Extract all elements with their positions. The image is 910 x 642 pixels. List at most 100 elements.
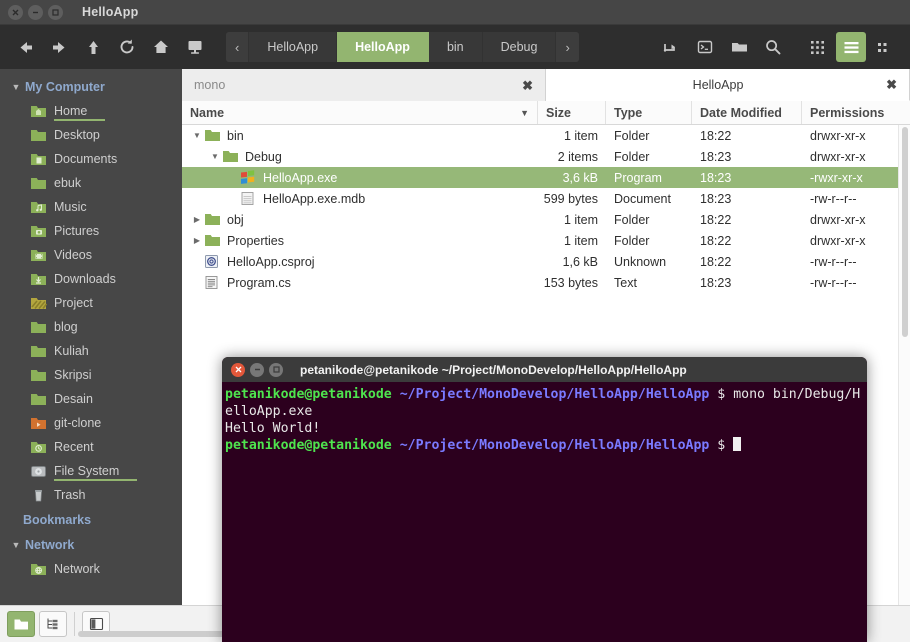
column-header-permissions[interactable]: Permissions	[802, 101, 910, 124]
back-icon[interactable]	[10, 32, 40, 62]
expander-collapsed-icon[interactable]: ▶	[190, 215, 204, 224]
computer-icon[interactable]	[180, 32, 210, 62]
cell-type: Folder	[606, 213, 692, 227]
file-manager-window: HelloApp ‹ HelloApp HelloApp bin Debug ›	[0, 0, 910, 642]
icon-view-button[interactable]	[7, 611, 35, 637]
home-icon[interactable]	[146, 32, 176, 62]
table-row[interactable]: ▼ Debug 2 items Folder 18:23 drwxr-xr-x	[182, 146, 910, 167]
window-close-button[interactable]	[8, 5, 23, 20]
tab-mono[interactable]: mono ✖	[182, 69, 546, 101]
sidebar-item-label: File System	[54, 464, 119, 478]
table-row[interactable]: ▼ bin 1 item Folder 18:22 drwxr-xr-x	[182, 125, 910, 146]
list-view-icon[interactable]	[836, 32, 866, 62]
terminal-icon[interactable]	[690, 32, 720, 62]
sidebar-item-blog[interactable]: blog	[0, 315, 182, 339]
sidebar-item-recent[interactable]: Recent	[0, 435, 182, 459]
terminal-user-host: petanikode@petanikode	[225, 387, 392, 402]
table-row[interactable]: ▶ obj 1 item Folder 18:22 drwxr-xr-x	[182, 209, 910, 230]
search-icon[interactable]	[758, 32, 788, 62]
breadcrumb-next-button[interactable]: ›	[556, 32, 578, 62]
sidebar-item-ebuk[interactable]: ebuk	[0, 171, 182, 195]
cell-permissions: -rwxr-xr-x	[802, 171, 910, 185]
close-icon[interactable]: ✖	[522, 79, 533, 92]
reload-icon[interactable]	[112, 32, 142, 62]
folder-icon	[30, 392, 47, 407]
open-terminal-here-icon[interactable]	[656, 32, 686, 62]
sidebar-item-label: Trash	[54, 488, 86, 502]
sidebar-section-my-computer[interactable]: ▼ My Computer	[0, 75, 182, 99]
folder-music-icon	[30, 200, 47, 215]
sidebar-item-trash[interactable]: Trash	[0, 483, 182, 507]
terminal-maximize-button[interactable]	[269, 363, 283, 377]
sidebar-item-kuliah[interactable]: Kuliah	[0, 339, 182, 363]
sidebar-item-project[interactable]: Project	[0, 291, 182, 315]
folder-icon	[30, 176, 47, 191]
expander-expanded-icon[interactable]: ▼	[190, 131, 204, 140]
harddisk-icon	[30, 464, 47, 479]
terminal-output[interactable]: petanikode@petanikode ~/Project/MonoDeve…	[222, 382, 867, 642]
sidebar-item-downloads[interactable]: Downloads	[0, 267, 182, 291]
column-header-name[interactable]: Name ▼	[182, 101, 538, 124]
tree-view-button[interactable]	[39, 611, 67, 637]
cell-name: ▼ Debug	[182, 149, 538, 165]
main-toolbar: ‹ HelloApp HelloApp bin Debug ›	[0, 25, 910, 69]
cell-type: Folder	[606, 234, 692, 248]
sidebar-item-label: ebuk	[54, 176, 81, 190]
sidebar-item-home[interactable]: Home	[0, 99, 182, 123]
file-list-vertical-scrollbar[interactable]	[898, 125, 910, 605]
breadcrumb-item-0[interactable]: HelloApp	[249, 32, 337, 62]
cell-name: ▶ Properties	[182, 233, 538, 249]
sidebar-item-pictures[interactable]: Pictures	[0, 219, 182, 243]
sidebar-item-git-clone[interactable]: git-clone	[0, 411, 182, 435]
sidebar-item-file-system[interactable]: File System	[0, 459, 182, 483]
sidebar-item-network[interactable]: Network	[0, 557, 182, 581]
cell-date: 18:22	[692, 129, 802, 143]
breadcrumb-item-3[interactable]: Debug	[483, 32, 557, 62]
window-minimize-button[interactable]	[28, 5, 43, 20]
cell-permissions: drwxr-xr-x	[802, 150, 910, 164]
close-icon[interactable]: ✖	[886, 78, 897, 91]
terminal-minimize-button[interactable]	[250, 363, 264, 377]
icon-view-icon[interactable]	[802, 32, 832, 62]
window-titlebar: HelloApp	[0, 0, 910, 25]
column-header-date-modified[interactable]: Date Modified	[692, 101, 802, 124]
cell-size: 1 item	[538, 234, 606, 248]
sidebar-section-network[interactable]: ▼ Network	[0, 533, 182, 557]
column-header-size[interactable]: Size	[538, 101, 606, 124]
sidebar-item-videos[interactable]: Videos	[0, 243, 182, 267]
cell-date: 18:22	[692, 213, 802, 227]
column-header-type[interactable]: Type	[606, 101, 692, 124]
expander-expanded-icon[interactable]: ▼	[208, 152, 222, 161]
sidebar-item-desktop[interactable]: Desktop	[0, 123, 182, 147]
sidebar-item-label: Downloads	[54, 272, 116, 286]
tab-helloapp[interactable]: HelloApp ✖	[546, 69, 910, 101]
sidebar-item-music[interactable]: Music	[0, 195, 182, 219]
sidebar-item-skripsi[interactable]: Skripsi	[0, 363, 182, 387]
folder-downloads-icon	[30, 272, 47, 287]
compact-view-icon[interactable]	[870, 32, 900, 62]
window-maximize-button[interactable]	[48, 5, 63, 20]
statusbar-separator	[74, 612, 75, 636]
window-title: HelloApp	[82, 5, 138, 19]
tab-label: HelloApp	[558, 78, 878, 92]
table-row[interactable]: Program.cs 153 bytes Text 18:23 -rw-r--r…	[182, 272, 910, 293]
folder-view-icon	[13, 617, 30, 631]
sidebar-section-bookmarks[interactable]: Bookmarks	[0, 507, 182, 533]
terminal-close-button[interactable]	[231, 363, 245, 377]
new-folder-icon[interactable]	[724, 32, 754, 62]
table-row[interactable]: HelloApp.csproj 1,6 kB Unknown 18:22 -rw…	[182, 251, 910, 272]
table-row[interactable]: HelloApp.exe.mdb 599 bytes Document 18:2…	[182, 188, 910, 209]
breadcrumb-item-1[interactable]: HelloApp	[337, 32, 429, 62]
table-row[interactable]: HelloApp.exe 3,6 kB Program 18:23 -rwxr-…	[182, 167, 910, 188]
table-row[interactable]: ▶ Properties 1 item Folder 18:22 drwxr-x…	[182, 230, 910, 251]
breadcrumb-prev-button[interactable]: ‹	[226, 32, 249, 62]
scrollbar-thumb[interactable]	[902, 127, 908, 337]
up-icon[interactable]	[78, 32, 108, 62]
forward-icon[interactable]	[44, 32, 74, 62]
cell-permissions: drwxr-xr-x	[802, 129, 910, 143]
terminal-window[interactable]: petanikode@petanikode ~/Project/MonoDeve…	[222, 357, 867, 642]
expander-collapsed-icon[interactable]: ▶	[190, 236, 204, 245]
breadcrumb-item-2[interactable]: bin	[429, 32, 483, 62]
sidebar-item-documents[interactable]: Documents	[0, 147, 182, 171]
sidebar-item-desain[interactable]: Desain	[0, 387, 182, 411]
